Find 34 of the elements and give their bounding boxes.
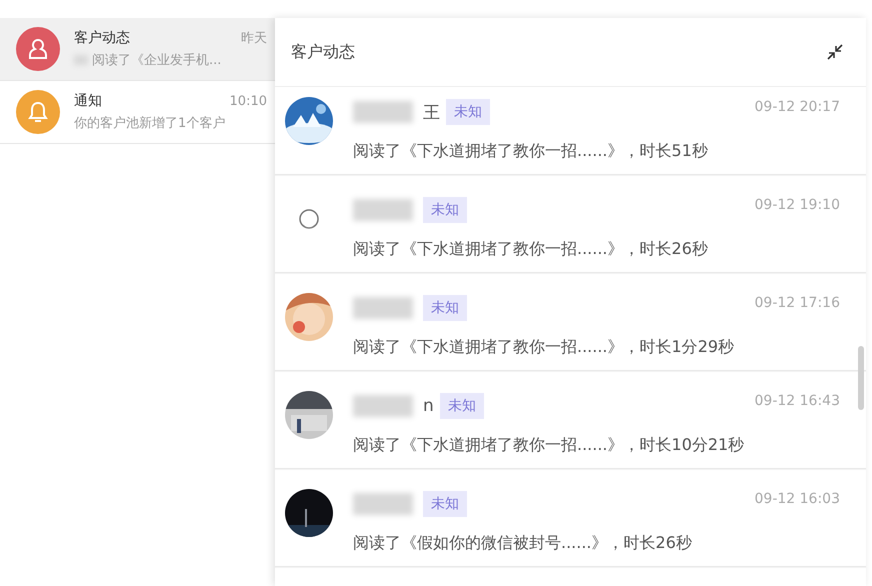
feed-time: 09-12 16:03 [754,490,840,509]
status-tag: 未知 [423,491,467,517]
status-tag: 未知 [440,393,484,419]
customer-name: 王 [423,102,440,124]
feed-text: 阅读了《下水道拥堵了教你一招......》，时长10分21秒 [353,435,746,456]
customer-name: n [423,396,434,416]
feed-time: 09-12 20:17 [754,98,840,117]
chat-title: 客户动态 [74,29,130,47]
feed-text: 阅读了《下水道拥堵了教你一招......》，时长26秒 [353,239,709,260]
status-tag: 未知 [423,295,467,321]
status-tag: 未知 [446,99,490,125]
chat-time: 昨天 [241,30,267,47]
blur-patch [353,395,413,417]
feed-time: 09-12 17:16 [754,294,840,313]
feed-time: 09-12 16:43 [754,392,840,411]
chat-title: 通知 [74,92,102,110]
scrollbar[interactable] [858,346,864,410]
panel-title: 客户动态 [291,42,355,62]
feed-text: 阅读了《假如你的微信被封号......》，时长26秒 [353,533,693,554]
blur-patch [353,101,413,123]
bell-icon [28,101,48,123]
feed-text: 阅读了《下水道拥堵了教你一招......》，时长51秒 [353,141,709,162]
chat-time: 10:10 [230,94,267,108]
blur-patch [353,297,413,319]
person-icon [28,38,48,60]
feed-text: 阅读了《下水道拥堵了教你一招......》，时长1分29秒 [353,337,736,358]
blur-patch [353,493,413,515]
sidebar-item[interactable]: 客户动态 昨天 阅读了《企业发手机... [0,18,275,81]
collapse-icon[interactable] [826,43,844,61]
feed-time: 09-12 19:10 [754,196,840,215]
blur-patch [353,199,413,221]
chat-preview: 阅读了《企业发手机... [92,52,222,69]
status-tag: 未知 [423,197,467,223]
chat-preview: 你的客户池新增了1个客户 [74,115,226,132]
